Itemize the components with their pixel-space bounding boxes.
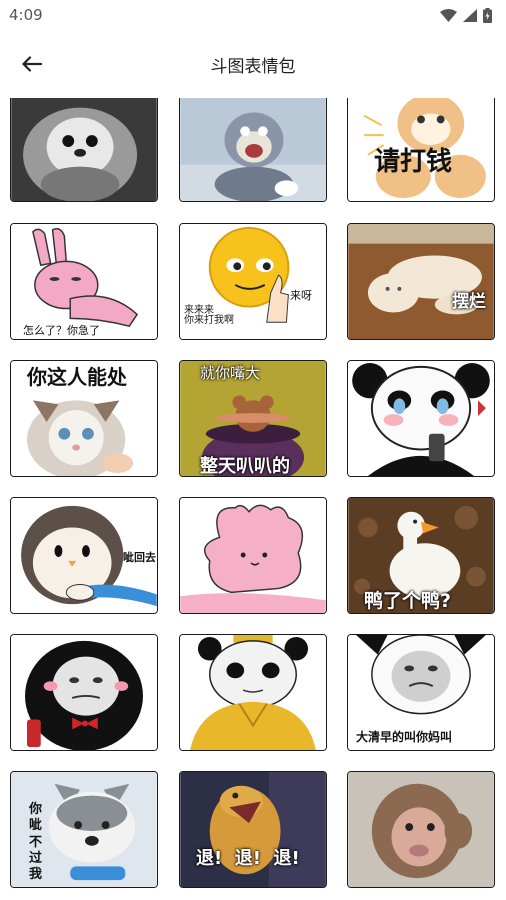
- bunny-doodle-image: [180, 498, 326, 613]
- panda-image: [348, 361, 494, 476]
- panda-robe-image: [180, 635, 326, 750]
- dog-image: [180, 772, 326, 887]
- sticker-caption: 你这人能处: [27, 365, 127, 389]
- sticker-panda-crying[interactable]: [347, 360, 495, 477]
- sticker-panda-bow-tie[interactable]: [10, 634, 158, 751]
- battery-icon: [483, 7, 492, 23]
- sticker-tom-cat[interactable]: [179, 98, 327, 202]
- sticker-caption-top: 就你嘴大: [200, 364, 261, 382]
- sticker-dog-retreat[interactable]: 退! 退! 退!: [179, 771, 327, 888]
- status-icons: [440, 7, 492, 23]
- sticker-penguin-tube[interactable]: 呲回去: [10, 497, 158, 614]
- sticker-caption: 你 呲 不 过 我: [29, 802, 43, 882]
- panda-suit-image: [11, 635, 157, 750]
- sticker-jerry-mouth[interactable]: 就你嘴大 整天叭叭的: [179, 360, 327, 477]
- sticker-cat-you-this-person[interactable]: 你这人能处: [10, 360, 158, 477]
- sticker-duck[interactable]: 鸭了个鸭?: [347, 497, 495, 614]
- tom-cat-image: [180, 98, 326, 201]
- page-title: 斗图表情包: [210, 57, 296, 77]
- sticker-caption: 怎么了？你急了: [23, 324, 100, 337]
- sticker-caption: 退! 退! 退!: [196, 848, 300, 869]
- sticker-caption: 呲回去: [123, 551, 156, 564]
- sticker-pink-rabbit[interactable]: 怎么了？你急了: [10, 223, 158, 340]
- sticker-monkey[interactable]: [347, 771, 495, 888]
- lying-cat-image: [348, 224, 494, 339]
- cell-signal-icon: [463, 8, 477, 22]
- sticker-panda-early-morning[interactable]: 大清早的叫你妈叫: [347, 634, 495, 751]
- sticker-caption: 大清早的叫你妈叫: [356, 730, 453, 744]
- sticker-panda-yellow-robe[interactable]: [179, 634, 327, 751]
- sticker-caption-right: 来呀: [290, 289, 312, 302]
- sticker-caption-left: 来来来 你来打我啊: [184, 305, 234, 326]
- pink-rabbit-image: [11, 224, 157, 339]
- sticker-lying-cat[interactable]: 摆烂: [347, 223, 495, 340]
- sticker-grid: 请打钱 怎么了？你急了 来来来 你来打我啊 来呀 摆烂 你这人能处 就你嘴大 整…: [0, 98, 506, 900]
- sticker-caption: 摆烂: [452, 292, 486, 312]
- status-time: 4:09: [9, 6, 43, 24]
- sticker-caption: 请打钱: [374, 147, 453, 177]
- wifi-icon: [440, 8, 457, 22]
- sticker-emoji-face[interactable]: 来来来 你来打我啊 来呀: [179, 223, 327, 340]
- monkey-image: [348, 772, 494, 887]
- penguin-image: [11, 98, 157, 201]
- sticker-caption-bottom: 整天叭叭的: [200, 456, 290, 477]
- sticker-penguin-bw[interactable]: [10, 98, 158, 202]
- app-bar: 斗图表情包: [0, 30, 506, 98]
- sticker-pink-bunny-doodle[interactable]: [179, 497, 327, 614]
- status-bar: 4:09: [0, 0, 506, 30]
- sticker-caption: 鸭了个鸭?: [364, 590, 452, 612]
- sticker-husky-dog[interactable]: 你 呲 不 过 我: [10, 771, 158, 888]
- sticker-cat-pay-money[interactable]: 请打钱: [347, 98, 495, 202]
